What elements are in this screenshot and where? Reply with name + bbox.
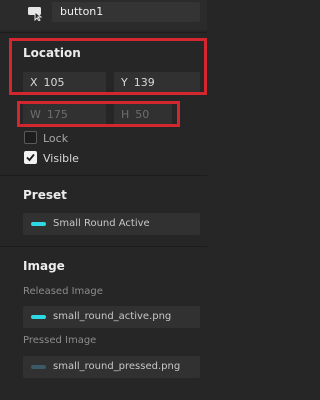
visible-checkbox[interactable] [24, 151, 37, 164]
pressed-image-value: small_round_pressed.png [53, 361, 181, 372]
x-label: X [30, 76, 38, 89]
properties-panel: button1 Location X 105 Y 139 W 175 H 50 Lock… [0, 0, 207, 400]
location-title: Location [23, 46, 81, 60]
y-value: 139 [133, 76, 155, 89]
pressed-image-label: Pressed Image [23, 335, 97, 346]
visible-label: Visible [43, 152, 79, 165]
h-value: 50 [135, 108, 150, 121]
preset-swatch-icon [31, 222, 46, 226]
released-image-swatch-icon [31, 315, 46, 319]
widget-name-input[interactable]: button1 [52, 2, 200, 22]
x-field[interactable]: X 105 [23, 72, 106, 94]
w-value: 175 [46, 108, 68, 121]
y-label: Y [121, 76, 128, 89]
preset-select[interactable]: Small Round Active [23, 213, 200, 235]
pressed-image-swatch-icon [31, 365, 46, 369]
released-image-field[interactable]: small_round_active.png [23, 306, 200, 328]
pressed-image-field[interactable]: small_round_pressed.png [23, 356, 200, 378]
x-value: 105 [43, 76, 65, 89]
checkmark-icon [26, 153, 35, 162]
image-title: Image [23, 259, 65, 273]
width-field[interactable]: W 175 [23, 104, 106, 126]
divider [0, 32, 207, 33]
lock-checkbox[interactable] [24, 131, 37, 144]
preset-title: Preset [23, 188, 67, 202]
w-label: W [30, 108, 41, 121]
visible-checkbox-row[interactable]: Visible [24, 151, 79, 165]
divider [0, 246, 207, 247]
h-label: H [121, 108, 130, 121]
lock-checkbox-row[interactable]: Lock [24, 131, 68, 145]
button-widget-icon [28, 7, 43, 21]
lock-label: Lock [43, 132, 69, 145]
height-field[interactable]: H 50 [114, 104, 172, 126]
y-field[interactable]: Y 139 [114, 72, 200, 94]
header-bar: button1 [0, 0, 207, 30]
divider [0, 175, 207, 176]
preset-value: Small Round Active [53, 218, 150, 229]
released-image-value: small_round_active.png [53, 311, 172, 322]
released-image-label: Released Image [23, 286, 103, 297]
